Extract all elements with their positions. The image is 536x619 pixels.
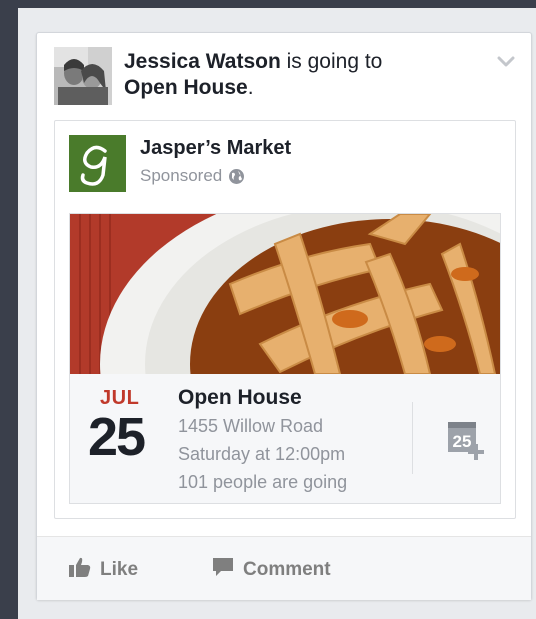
event-title-link[interactable]: Open House	[178, 386, 302, 410]
story-verb: is going to	[280, 50, 383, 73]
comment-button[interactable]: Comment	[212, 557, 331, 583]
page-name-link[interactable]: Jasper’s Market	[140, 137, 291, 160]
globe-icon	[228, 168, 245, 185]
chevron-down-icon[interactable]	[497, 55, 515, 67]
event-attachment[interactable]: JUL 25 Open House 1455 Willow Road Satur…	[69, 213, 501, 504]
event-time: Saturday at 12:00pm	[178, 444, 346, 464]
comment-label: Comment	[243, 559, 331, 580]
event-photo[interactable]	[70, 214, 500, 374]
feed-story-card: Jessica Watson is going to Open House. J…	[36, 32, 532, 600]
page-logo[interactable]	[69, 135, 126, 192]
event-address: 1455 Willow Road	[178, 416, 324, 436]
speech-bubble-icon	[212, 557, 234, 583]
like-button[interactable]: Like	[69, 557, 138, 583]
author-name-link[interactable]: Jessica Watson	[124, 50, 281, 73]
story-actions-bar: Like Comment	[37, 536, 531, 600]
sponsored-row: Sponsored	[140, 166, 245, 186]
calendar-add-icon[interactable]: 25	[446, 420, 488, 462]
author-avatar[interactable]	[54, 47, 112, 105]
event-day: 25	[88, 407, 146, 467]
calendar-day-number: 25	[453, 432, 472, 451]
sponsored-post: Jasper’s Market Sponsored JUL 25 Open Ho…	[54, 120, 516, 519]
event-details: JUL 25 Open House 1455 Willow Road Satur…	[70, 374, 500, 503]
headline-period: .	[247, 76, 254, 99]
event-attendance[interactable]: 101 people are going	[178, 472, 347, 493]
thumbs-up-icon	[69, 557, 91, 583]
story-headline: Jessica Watson is going to Open House.	[124, 49, 464, 101]
event-divider	[412, 402, 413, 474]
event-name-link[interactable]: Open House	[124, 76, 248, 99]
like-label: Like	[100, 559, 139, 580]
sponsored-label[interactable]: Sponsored	[140, 166, 222, 186]
